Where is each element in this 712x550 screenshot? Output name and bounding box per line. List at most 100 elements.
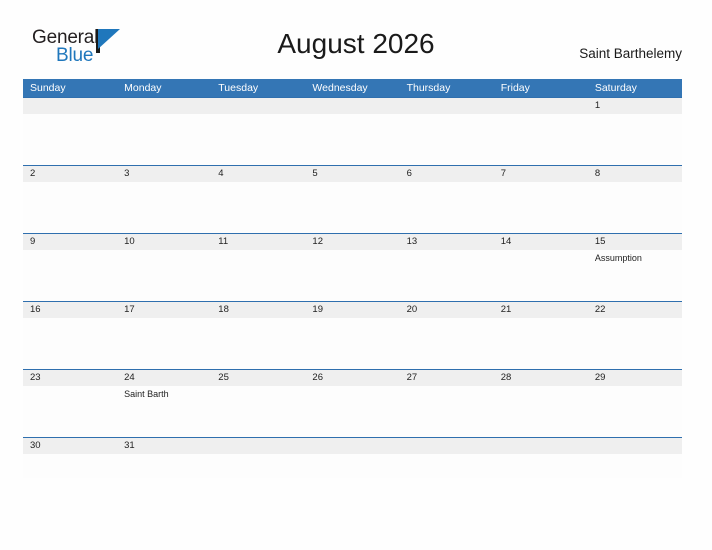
day-cell[interactable]	[211, 182, 305, 233]
day-number[interactable]	[305, 98, 399, 114]
day-cell[interactable]	[400, 114, 494, 165]
calendar-week-row: 16 17 18 19 20 21 22	[23, 301, 682, 369]
day-number-band: 23 24 25 26 27 28 29	[23, 370, 682, 386]
day-number[interactable]: 16	[23, 302, 117, 318]
calendar-week-row: 2 3 4 5 6 7 8	[23, 165, 682, 233]
day-number[interactable]	[117, 98, 211, 114]
day-number[interactable]: 18	[211, 302, 305, 318]
day-cell[interactable]	[23, 250, 117, 301]
day-cell[interactable]	[23, 454, 117, 478]
day-number[interactable]: 25	[211, 370, 305, 386]
day-number[interactable]	[494, 438, 588, 454]
day-cell[interactable]	[23, 114, 117, 165]
day-number[interactable]: 26	[305, 370, 399, 386]
calendar-week-row: 1	[23, 97, 682, 165]
weekday-header-sunday: Sunday	[30, 82, 66, 94]
day-number[interactable]: 15	[588, 234, 682, 250]
day-cell[interactable]	[23, 318, 117, 369]
day-number[interactable]: 2	[23, 166, 117, 182]
weekday-header-row: Sunday Monday Tuesday Wednesday Thursday…	[23, 79, 682, 97]
day-cell[interactable]	[400, 250, 494, 301]
day-cell[interactable]	[400, 454, 494, 478]
day-number[interactable]: 27	[400, 370, 494, 386]
day-number[interactable]: 5	[305, 166, 399, 182]
day-number[interactable]: 12	[305, 234, 399, 250]
day-cell[interactable]	[494, 182, 588, 233]
day-event-band	[23, 318, 682, 369]
day-cell[interactable]	[305, 250, 399, 301]
day-number[interactable]	[400, 438, 494, 454]
day-cell[interactable]	[494, 386, 588, 437]
day-cell[interactable]	[305, 454, 399, 478]
weekday-header-monday: Monday	[124, 82, 162, 94]
day-number[interactable]: 30	[23, 438, 117, 454]
day-cell[interactable]	[400, 182, 494, 233]
day-number[interactable]	[400, 98, 494, 114]
region-label: Saint Barthelemy	[579, 46, 682, 61]
day-cell[interactable]	[494, 318, 588, 369]
day-number[interactable]: 22	[588, 302, 682, 318]
day-cell[interactable]	[400, 386, 494, 437]
day-cell[interactable]	[588, 182, 682, 233]
day-number[interactable]	[588, 438, 682, 454]
day-number[interactable]	[305, 438, 399, 454]
day-cell[interactable]	[588, 454, 682, 478]
calendar-grid: Sunday Monday Tuesday Wednesday Thursday…	[23, 79, 682, 478]
day-cell[interactable]	[588, 318, 682, 369]
day-number[interactable]: 6	[400, 166, 494, 182]
day-number[interactable]: 23	[23, 370, 117, 386]
day-number[interactable]: 7	[494, 166, 588, 182]
day-event-text: Saint Barth	[124, 389, 169, 399]
day-cell[interactable]: Saint Barth	[117, 386, 211, 437]
day-number[interactable]: 19	[305, 302, 399, 318]
day-cell[interactable]	[588, 386, 682, 437]
day-cell[interactable]	[211, 250, 305, 301]
day-cell[interactable]	[117, 250, 211, 301]
day-number[interactable]	[23, 98, 117, 114]
day-cell[interactable]	[305, 114, 399, 165]
day-cell[interactable]	[117, 318, 211, 369]
day-cell[interactable]	[494, 114, 588, 165]
day-cell[interactable]	[117, 454, 211, 478]
day-number[interactable]: 3	[117, 166, 211, 182]
day-cell[interactable]: Assumption	[588, 250, 682, 301]
day-number[interactable]	[211, 438, 305, 454]
day-number[interactable]: 10	[117, 234, 211, 250]
day-cell[interactable]	[211, 386, 305, 437]
day-cell[interactable]	[494, 454, 588, 478]
day-cell[interactable]	[117, 182, 211, 233]
day-number[interactable]: 14	[494, 234, 588, 250]
day-cell[interactable]	[117, 114, 211, 165]
day-cell[interactable]	[588, 114, 682, 165]
day-number[interactable]: 28	[494, 370, 588, 386]
day-cell[interactable]	[23, 182, 117, 233]
day-number[interactable]: 29	[588, 370, 682, 386]
day-cell[interactable]	[305, 182, 399, 233]
calendar-week-row: 23 24 25 26 27 28 29 Saint Barth	[23, 369, 682, 437]
day-number[interactable]: 11	[211, 234, 305, 250]
day-number[interactable]: 13	[400, 234, 494, 250]
day-number[interactable]: 9	[23, 234, 117, 250]
day-number[interactable]	[211, 98, 305, 114]
day-cell[interactable]	[211, 318, 305, 369]
calendar-week-row: 9 10 11 12 13 14 15 Assumption	[23, 233, 682, 301]
day-cell[interactable]	[400, 318, 494, 369]
day-number[interactable]: 24	[117, 370, 211, 386]
day-cell[interactable]	[305, 318, 399, 369]
day-number[interactable]: 1	[588, 98, 682, 114]
day-cell[interactable]	[494, 250, 588, 301]
day-cell[interactable]	[23, 386, 117, 437]
day-cell[interactable]	[211, 114, 305, 165]
day-cell[interactable]	[211, 454, 305, 478]
day-number[interactable]: 21	[494, 302, 588, 318]
day-cell[interactable]	[305, 386, 399, 437]
day-number[interactable]: 4	[211, 166, 305, 182]
day-number[interactable]: 8	[588, 166, 682, 182]
day-number[interactable]: 31	[117, 438, 211, 454]
day-number[interactable]: 20	[400, 302, 494, 318]
day-number[interactable]: 17	[117, 302, 211, 318]
weekday-header-wednesday: Wednesday	[312, 82, 368, 94]
day-event-band: Saint Barth	[23, 386, 682, 437]
page-header: General Blue August 2026 Saint Barthelem…	[0, 0, 712, 65]
day-number[interactable]	[494, 98, 588, 114]
